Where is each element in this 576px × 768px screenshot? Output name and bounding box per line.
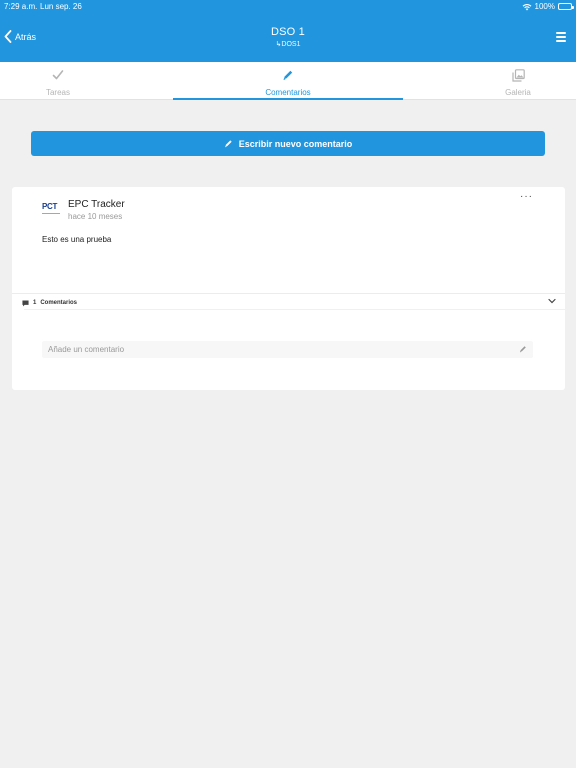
page-title: DSO 1 — [270, 26, 305, 38]
post-body: Esto es una prueba — [42, 235, 112, 244]
pencil-icon — [283, 70, 293, 80]
battery-percent: 100% — [534, 2, 555, 11]
active-tab-indicator — [173, 98, 403, 100]
wifi-icon — [522, 3, 531, 10]
comments-toggle[interactable]: 1 Comentarios — [22, 297, 562, 309]
tab-galeria[interactable]: Galeria — [403, 62, 576, 100]
write-comment-button[interactable]: Escribir nuevo comentario — [31, 131, 545, 156]
tab-tareas[interactable]: Tareas — [0, 62, 173, 100]
tab-label: Comentarios — [265, 88, 311, 97]
status-date: Lun sep. 26 — [40, 2, 82, 11]
author-logo: PCT — [42, 202, 62, 216]
gallery-icon — [511, 69, 525, 82]
hamburger-menu-icon[interactable] — [556, 32, 566, 44]
tab-bar: Tareas Comentarios Galeria — [0, 62, 576, 100]
check-icon — [52, 70, 64, 80]
comment-card: ··· PCT EPC Tracker hace 10 meses Esto e… — [12, 187, 565, 390]
battery-icon — [558, 3, 574, 10]
logo-text: PCT — [42, 202, 58, 211]
more-options-icon[interactable]: ··· — [520, 192, 533, 202]
add-comment-placeholder: Añade un comentario — [48, 345, 125, 354]
divider — [12, 293, 565, 294]
post-timestamp: hace 10 meses — [68, 212, 123, 221]
title-block: DSO 1 ↳DOS1 — [0, 26, 576, 48]
pencil-icon — [520, 346, 526, 353]
write-comment-label: Escribir nuevo comentario — [238, 138, 353, 149]
app-header: 7:29 a.m. Lun sep. 26 100% Atrás DSO 1 ↳… — [0, 0, 576, 62]
status-bar: 7:29 a.m. Lun sep. 26 100% — [0, 2, 576, 14]
divider — [24, 309, 565, 310]
comments-count: 1 — [33, 300, 37, 306]
comments-label: Comentarios — [40, 300, 78, 306]
tab-comentarios[interactable]: Comentarios — [173, 62, 403, 100]
chevron-down-icon — [548, 298, 556, 304]
pencil-icon — [224, 140, 232, 148]
status-right: 100% — [522, 2, 574, 11]
tab-label: Tareas — [45, 88, 70, 97]
comment-icon — [22, 299, 29, 306]
status-time: 7:29 a.m. — [4, 2, 38, 11]
page-subtitle: ↳DOS1 — [275, 41, 301, 48]
tab-label: Galeria — [505, 88, 531, 97]
author-name: EPC Tracker — [68, 199, 125, 210]
add-comment-input[interactable]: Añade un comentario — [42, 341, 533, 358]
